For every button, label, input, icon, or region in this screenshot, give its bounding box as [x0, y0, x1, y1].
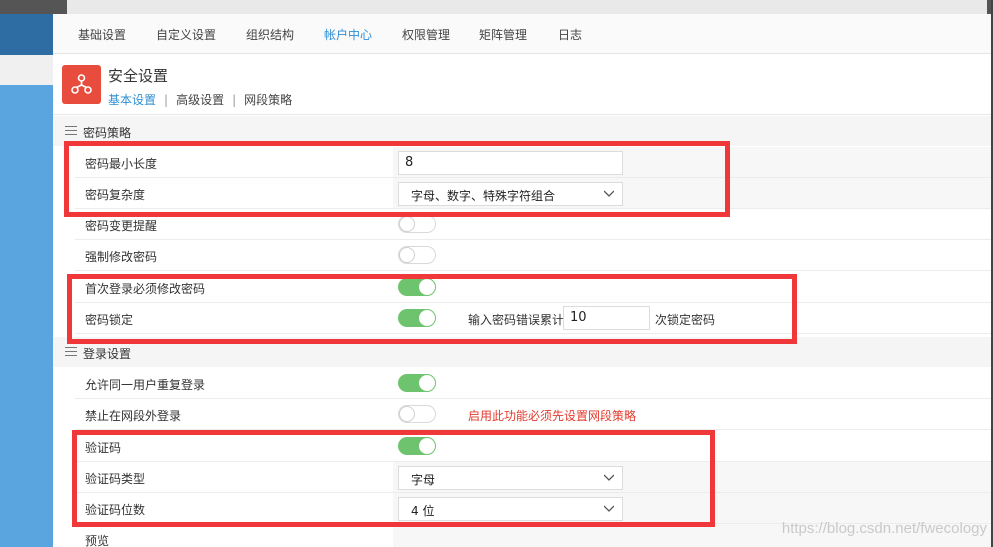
- security-app-icon: [62, 65, 101, 104]
- sidebar-top: [0, 0, 53, 55]
- subnav-advanced[interactable]: 高级设置: [176, 91, 224, 108]
- network-icon: [71, 74, 92, 94]
- subnav-basic[interactable]: 基本设置: [108, 91, 156, 108]
- row-label: 密码变更提醒: [85, 219, 158, 233]
- row-label: 禁止在网段外登录: [85, 409, 182, 423]
- subnav-network-policy[interactable]: 网段策略: [244, 91, 292, 108]
- forbid-outside-toggle[interactable]: [398, 405, 436, 423]
- left-sidebar: [0, 0, 53, 547]
- sub-navigation: 基本设置 | 高级设置 | 网段策略: [108, 91, 293, 108]
- sidebar-gap: [0, 55, 53, 85]
- tab-custom-settings[interactable]: 自定义设置: [156, 26, 216, 43]
- section-title: 密码策略: [83, 126, 132, 140]
- section-title: 登录设置: [83, 347, 132, 361]
- menu-icon: [65, 347, 77, 357]
- top-tabs: 基础设置 自定义设置 组织结构 帐户中心 权限管理 矩阵管理 日志: [53, 14, 991, 54]
- tab-permissions[interactable]: 权限管理: [402, 26, 450, 43]
- tab-account-center[interactable]: 帐户中心: [324, 26, 372, 43]
- row-allow-duplicate: 允许同一用户重复登录: [53, 368, 991, 399]
- row-label: 允许同一用户重复登录: [85, 378, 206, 392]
- force-change-toggle[interactable]: [398, 246, 436, 264]
- row-forbid-outside: 禁止在网段外登录 启用此功能必须先设置网段策略: [53, 399, 991, 430]
- row-label: 强制修改密码: [85, 250, 158, 264]
- tab-log[interactable]: 日志: [558, 26, 582, 43]
- menu-icon: [65, 126, 77, 136]
- window-top-strip: [53, 0, 993, 14]
- highlight-box: [72, 430, 715, 527]
- row-label: 预览: [85, 534, 110, 547]
- change-reminder-toggle[interactable]: [398, 215, 436, 233]
- highlight-box: [67, 274, 797, 344]
- page-title: 安全设置: [108, 67, 169, 85]
- warning-note: 启用此功能必须先设置网段策略: [468, 409, 637, 423]
- watermark-text: https://blog.csdn.net/fwecology: [781, 520, 987, 537]
- highlight-box: [64, 141, 730, 217]
- tab-organization[interactable]: 组织结构: [246, 26, 294, 43]
- tab-matrix[interactable]: 矩阵管理: [479, 26, 527, 43]
- row-force-change: 强制修改密码: [53, 240, 991, 271]
- allow-duplicate-toggle[interactable]: [398, 374, 436, 392]
- tab-basic-settings[interactable]: 基础设置: [78, 26, 126, 43]
- page-header: 安全设置 基本设置 | 高级设置 | 网段策略: [53, 55, 991, 115]
